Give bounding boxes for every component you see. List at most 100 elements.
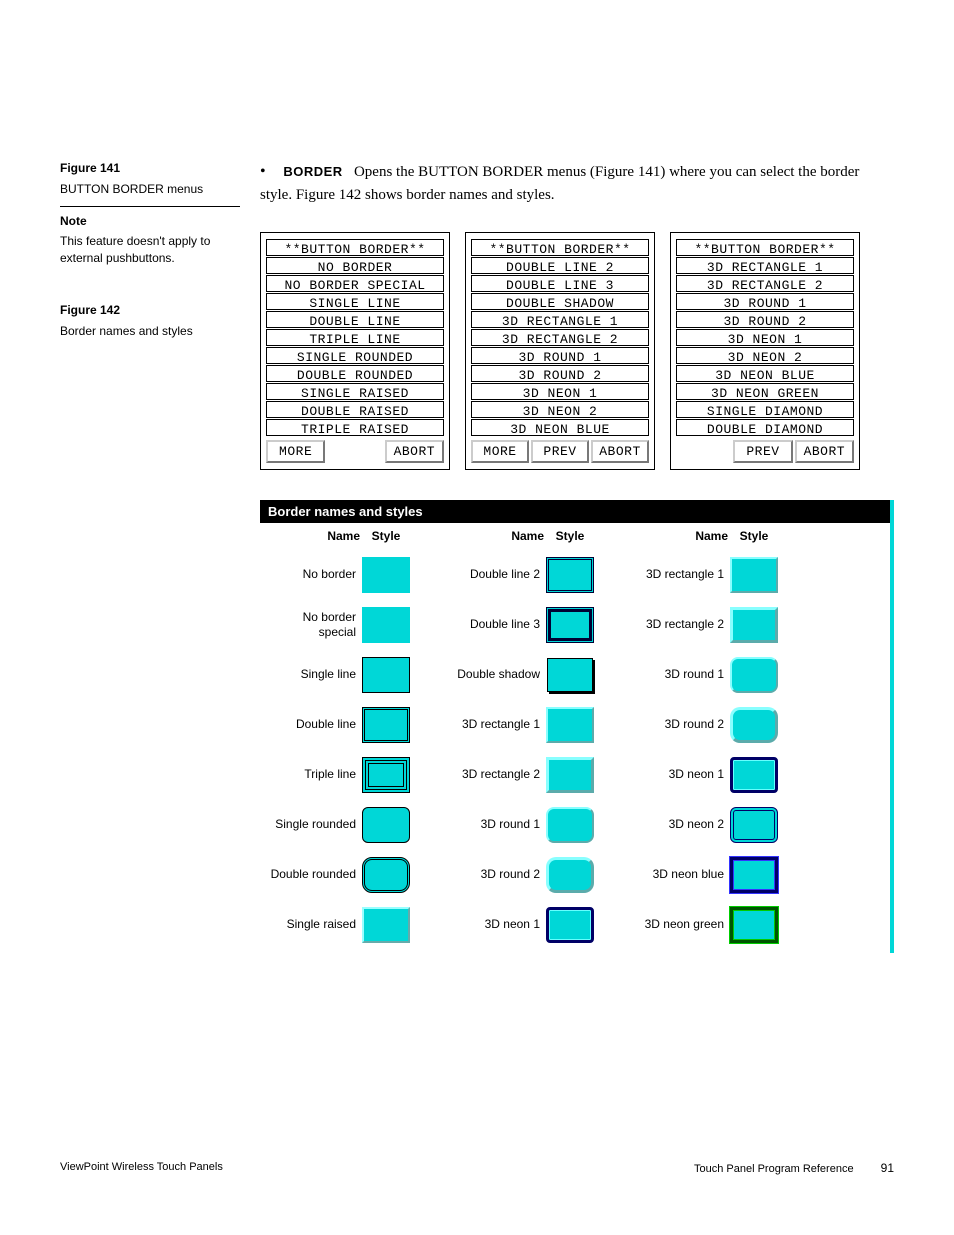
style-name: Double line (270, 717, 360, 731)
menu-item[interactable]: TRIPLE RAISED (266, 419, 444, 436)
menu-item[interactable]: 3D NEON 1 (471, 383, 649, 400)
style-swatch (730, 807, 778, 843)
style-swatch (362, 807, 410, 843)
menu-item[interactable]: NO BORDER (266, 257, 444, 274)
style-name: Double line 2 (444, 567, 544, 581)
style-swatch (362, 607, 410, 643)
menu-item[interactable]: DOUBLE RAISED (266, 401, 444, 418)
fig142-block: Figure 142 Border names and styles (60, 302, 240, 340)
style-swatch (730, 907, 778, 943)
col-style: Style (544, 529, 596, 543)
more-button[interactable]: MORE (471, 440, 529, 463)
menu-item[interactable]: TRIPLE LINE (266, 329, 444, 346)
fig141-block: Figure 141 BUTTON BORDER menus Note This… (60, 160, 240, 267)
menu-item[interactable]: 3D NEON 2 (471, 401, 649, 418)
menu-item[interactable]: SINGLE DIAMOND (676, 401, 854, 418)
menu3-buttons: PREV ABORT (676, 440, 854, 463)
menu-item[interactable]: SINGLE ROUNDED (266, 347, 444, 364)
style-name: Double shadow (444, 667, 544, 681)
col-name: Name (270, 529, 360, 543)
abort-button[interactable]: ABORT (385, 440, 444, 463)
menu-item[interactable]: 3D ROUND 2 (676, 311, 854, 328)
style-swatch (730, 557, 778, 593)
prev-button[interactable]: PREV (733, 440, 792, 463)
style-swatch (730, 607, 778, 643)
style-swatch (362, 907, 410, 943)
menu-box-3: **BUTTON BORDER** 3D RECTANGLE 13D RECTA… (670, 232, 860, 470)
menu-item[interactable]: DOUBLE ROUNDED (266, 365, 444, 382)
menu-item[interactable]: 3D NEON BLUE (676, 365, 854, 382)
menu-item[interactable]: DOUBLE DIAMOND (676, 419, 854, 436)
menu-title: **BUTTON BORDER** (471, 239, 649, 256)
abort-button[interactable]: ABORT (795, 440, 854, 463)
menu-item[interactable]: DOUBLE LINE (266, 311, 444, 328)
styles-table-header: Border names and styles (260, 500, 894, 523)
style-swatch (546, 707, 594, 743)
style-swatch (546, 607, 594, 643)
style-name: Double rounded (270, 867, 360, 881)
menu-item[interactable]: 3D ROUND 1 (676, 293, 854, 310)
menu2-buttons: MORE PREV ABORT (471, 440, 649, 463)
menu-item[interactable]: 3D NEON 1 (676, 329, 854, 346)
bullet-term: BORDER (283, 164, 342, 179)
style-swatch (730, 757, 778, 793)
footer-right-text: Touch Panel Program Reference (694, 1163, 854, 1175)
more-button[interactable]: MORE (266, 440, 325, 463)
col-name: Name (444, 529, 544, 543)
style-name: 3D round 1 (444, 817, 544, 831)
menu-item[interactable]: 3D RECTANGLE 2 (676, 275, 854, 292)
style-name: Single line (270, 667, 360, 681)
style-swatch (362, 707, 410, 743)
note-label: Note (60, 213, 240, 230)
style-swatch (730, 857, 778, 893)
style-name: Double line 3 (444, 617, 544, 631)
style-name: Single rounded (270, 817, 360, 831)
menu-item[interactable]: DOUBLE LINE 3 (471, 275, 649, 292)
style-name: Triple line (270, 767, 360, 781)
style-swatch (362, 857, 410, 893)
style-swatch (730, 707, 778, 743)
bullet-paragraph: • BORDER Opens the BUTTON BORDER menus (… (260, 160, 894, 207)
menu-item[interactable]: NO BORDER SPECIAL (266, 275, 444, 292)
styles-table: Name Style Name Style Name Style No bord… (260, 523, 894, 953)
menu-item[interactable]: 3D RECTANGLE 1 (471, 311, 649, 328)
spacer (676, 440, 731, 463)
main: • BORDER Opens the BUTTON BORDER menus (… (260, 60, 894, 953)
menu-item[interactable]: 3D NEON BLUE (471, 419, 649, 436)
col-style: Style (360, 529, 412, 543)
style-name: 3D neon 2 (628, 817, 728, 831)
sidebar: Figure 141 BUTTON BORDER menus Note This… (60, 60, 240, 953)
menu-item[interactable]: 3D RECTANGLE 2 (471, 329, 649, 346)
fig141-label: Figure 141 (60, 160, 240, 177)
fig142-caption: Border names and styles (60, 323, 240, 340)
spacer (327, 440, 382, 463)
footer-right: Touch Panel Program Reference 91 (694, 1161, 894, 1175)
style-name: 3D neon blue (628, 867, 728, 881)
style-swatch (362, 657, 410, 693)
prev-button[interactable]: PREV (531, 440, 589, 463)
style-name: 3D neon 1 (444, 917, 544, 931)
style-name: 3D rectangle 1 (628, 567, 728, 581)
style-name: 3D round 1 (628, 667, 728, 681)
menu-item[interactable]: 3D RECTANGLE 1 (676, 257, 854, 274)
menu-item[interactable]: 3D NEON 2 (676, 347, 854, 364)
style-swatch (546, 907, 594, 943)
style-swatch (730, 657, 778, 693)
menu-item[interactable]: 3D ROUND 2 (471, 365, 649, 382)
content: Figure 141 BUTTON BORDER menus Note This… (60, 60, 894, 953)
page: Figure 141 BUTTON BORDER menus Note This… (0, 0, 954, 1235)
menu-item[interactable]: 3D NEON GREEN (676, 383, 854, 400)
menu-item[interactable]: SINGLE LINE (266, 293, 444, 310)
menu-item[interactable]: SINGLE RAISED (266, 383, 444, 400)
menu-box-1: **BUTTON BORDER** NO BORDERNO BORDER SPE… (260, 232, 450, 470)
style-name: 3D neon 1 (628, 767, 728, 781)
menu-item[interactable]: DOUBLE LINE 2 (471, 257, 649, 274)
abort-button[interactable]: ABORT (591, 440, 649, 463)
style-name: 3D round 2 (628, 717, 728, 731)
style-name: 3D rectangle 2 (628, 617, 728, 631)
menu-item[interactable]: 3D ROUND 1 (471, 347, 649, 364)
col-name: Name (628, 529, 728, 543)
col-style: Style (728, 529, 780, 543)
menu-item[interactable]: DOUBLE SHADOW (471, 293, 649, 310)
style-name: No border (270, 567, 360, 581)
